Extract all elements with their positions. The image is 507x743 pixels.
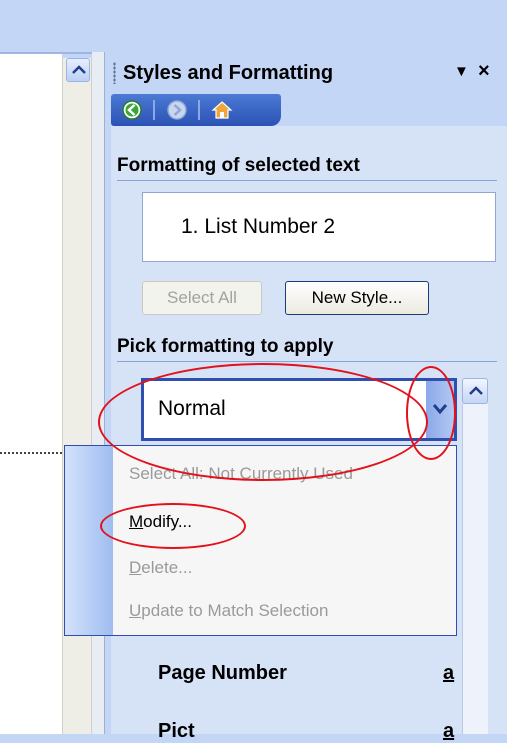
pane-close-button[interactable]: × <box>478 60 490 83</box>
document-top-border <box>0 52 92 54</box>
pane-navigation-toolbar <box>111 94 281 126</box>
document-scroll-up-button[interactable] <box>66 58 90 82</box>
chevron-up-icon <box>469 386 483 395</box>
style-list-item-marker: a <box>443 662 455 684</box>
pick-section-title: Pick formatting to apply <box>117 336 334 357</box>
section-divider <box>117 361 497 362</box>
chevron-down-icon <box>432 404 448 415</box>
menu-item-label: pdate to Match Selection <box>141 601 329 620</box>
formatting-section-title: Formatting of selected text <box>117 155 360 176</box>
nav-separator <box>153 100 155 120</box>
menu-item-label: elete... <box>141 558 193 577</box>
menu-item-label: odify... <box>143 512 192 531</box>
chevron-up-icon <box>72 65 86 74</box>
style-list-item-marker: a <box>443 720 455 742</box>
style-list-item-name[interactable]: Pict <box>158 720 195 743</box>
home-icon <box>211 101 233 119</box>
menu-item-update-to-match[interactable]: Update to Match Selection <box>129 601 328 621</box>
menu-item-modify[interactable]: Modify... <box>129 512 192 532</box>
style-context-menu: Select All: Not Currently Used Modify...… <box>64 445 457 636</box>
style-list-scroll-up-button[interactable] <box>462 378 488 404</box>
pane-grip-icon[interactable] <box>113 62 116 84</box>
menu-accelerator: D <box>129 558 142 577</box>
style-dropdown-button[interactable] <box>426 381 454 438</box>
selected-formatting-box[interactable]: 1. List Number 2 <box>142 192 496 262</box>
forward-button[interactable] <box>166 99 188 121</box>
section-divider <box>117 180 497 181</box>
menu-item-select-all-not-used[interactable]: Select All: Not Currently Used <box>129 464 353 484</box>
menu-item-delete[interactable]: Delete... <box>129 558 192 578</box>
back-button[interactable] <box>121 99 143 121</box>
pane-title: Styles and Formatting <box>123 62 334 84</box>
menu-accelerator: M <box>129 512 144 531</box>
style-list-scrollbar[interactable] <box>462 404 488 734</box>
new-style-button[interactable]: New Style... <box>285 281 429 315</box>
pane-menu-button[interactable]: ▼ <box>454 63 469 80</box>
document-dotted-line <box>0 452 62 454</box>
back-arrow-icon <box>122 100 142 120</box>
style-list-item-name[interactable]: Page Number <box>158 662 287 685</box>
forward-arrow-icon <box>167 100 187 120</box>
menu-accelerator: U <box>129 601 142 620</box>
home-button[interactable] <box>211 99 233 121</box>
select-all-button[interactable]: Select All <box>142 281 262 315</box>
selected-formatting-text: 1. List Number 2 <box>181 215 336 238</box>
menu-icon-stripe <box>65 446 113 635</box>
nav-separator <box>198 100 200 120</box>
document-area[interactable] <box>0 52 62 734</box>
style-combo-box[interactable]: Normal <box>141 378 457 441</box>
style-combo-value: Normal <box>158 397 226 420</box>
